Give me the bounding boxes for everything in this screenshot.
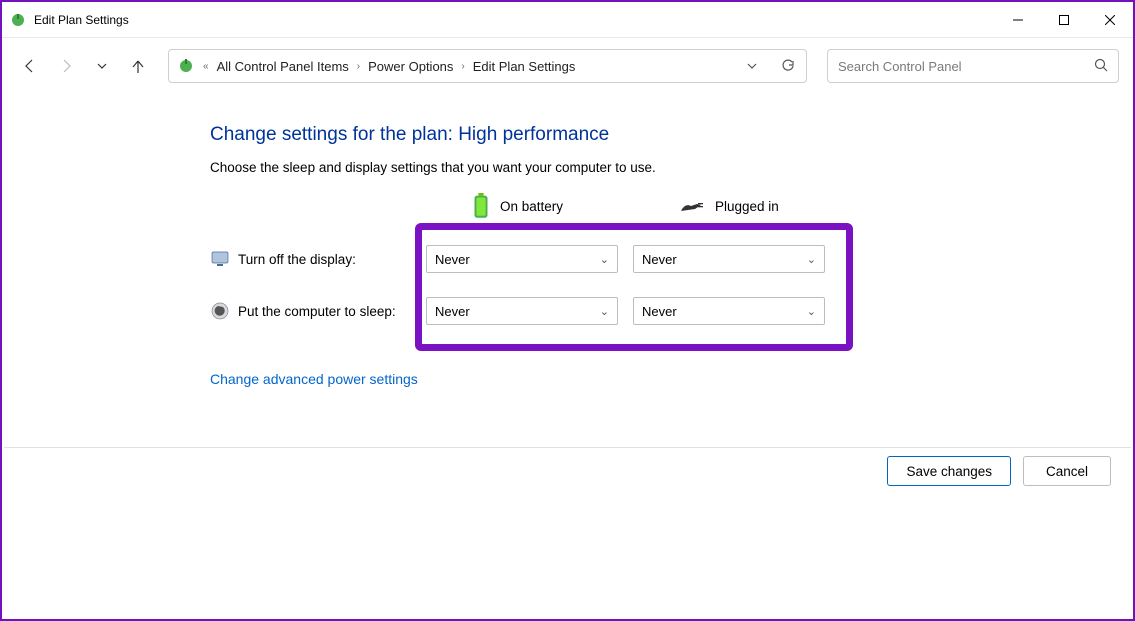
- dropdown-value: Never: [642, 304, 677, 319]
- minimize-button[interactable]: [995, 4, 1041, 36]
- chevron-down-icon: ⌄: [807, 253, 816, 266]
- breadcrumb-item[interactable]: All Control Panel Items: [217, 59, 349, 74]
- plug-icon: [679, 197, 705, 215]
- main-content: Change settings for the plan: High perfo…: [2, 94, 1133, 389]
- display-plugged-dropdown[interactable]: Never ⌄: [633, 245, 825, 273]
- refresh-button[interactable]: [778, 56, 798, 76]
- chevron-down-icon: ⌄: [807, 305, 816, 318]
- sleep-battery-dropdown[interactable]: Never ⌄: [426, 297, 618, 325]
- chevron-right-icon: ›: [461, 61, 464, 72]
- close-button[interactable]: [1087, 4, 1133, 36]
- breadcrumb-overflow-icon[interactable]: «: [203, 61, 209, 72]
- back-button[interactable]: [16, 52, 44, 80]
- row-sleep: Put the computer to sleep: Never ⌄ Never…: [210, 285, 1133, 337]
- display-battery-dropdown[interactable]: Never ⌄: [426, 245, 618, 273]
- app-icon: [10, 12, 26, 28]
- sleep-plugged-dropdown[interactable]: Never ⌄: [633, 297, 825, 325]
- settings-grid: On battery Plugged in Turn off the displ…: [210, 193, 1133, 337]
- row-display-label: Turn off the display:: [238, 252, 426, 267]
- toolbar: « All Control Panel Items › Power Option…: [2, 38, 1133, 94]
- breadcrumb-dropdown-button[interactable]: [742, 56, 762, 76]
- breadcrumb-item[interactable]: Power Options: [368, 59, 453, 74]
- battery-icon: [472, 193, 490, 219]
- power-options-icon: [177, 57, 195, 75]
- page-subtext: Choose the sleep and display settings th…: [210, 160, 1133, 175]
- search-icon: [1094, 58, 1108, 75]
- dropdown-value: Never: [435, 252, 470, 267]
- advanced-settings-link[interactable]: Change advanced power settings: [210, 371, 418, 387]
- column-header-battery-label: On battery: [500, 199, 563, 214]
- divider: [4, 447, 1131, 448]
- search-box[interactable]: [827, 49, 1119, 83]
- sleep-icon: [210, 301, 230, 321]
- page-title: Change settings for the plan: High perfo…: [210, 124, 1133, 146]
- up-button[interactable]: [124, 52, 152, 80]
- row-sleep-label: Put the computer to sleep:: [238, 304, 426, 319]
- dropdown-value: Never: [435, 304, 470, 319]
- forward-button[interactable]: [52, 52, 80, 80]
- display-icon: [210, 249, 230, 269]
- breadcrumb-item[interactable]: Edit Plan Settings: [473, 59, 576, 74]
- cancel-button[interactable]: Cancel: [1023, 456, 1111, 486]
- titlebar: Edit Plan Settings: [2, 2, 1133, 38]
- row-display: Turn off the display: Never ⌄ Never ⌄: [210, 233, 1133, 285]
- recent-dropdown-button[interactable]: [88, 52, 116, 80]
- save-button[interactable]: Save changes: [887, 456, 1011, 486]
- search-input[interactable]: [838, 59, 1094, 74]
- maximize-button[interactable]: [1041, 4, 1087, 36]
- breadcrumb[interactable]: « All Control Panel Items › Power Option…: [168, 49, 807, 83]
- chevron-right-icon: ›: [357, 61, 360, 72]
- column-header-battery: On battery: [472, 193, 679, 219]
- chevron-down-icon: ⌄: [600, 253, 609, 266]
- dropdown-value: Never: [642, 252, 677, 267]
- column-header-plugged-label: Plugged in: [715, 199, 779, 214]
- footer-buttons: Save changes Cancel: [887, 456, 1111, 486]
- column-header-plugged: Plugged in: [679, 197, 886, 215]
- chevron-down-icon: ⌄: [600, 305, 609, 318]
- window-title: Edit Plan Settings: [34, 13, 129, 27]
